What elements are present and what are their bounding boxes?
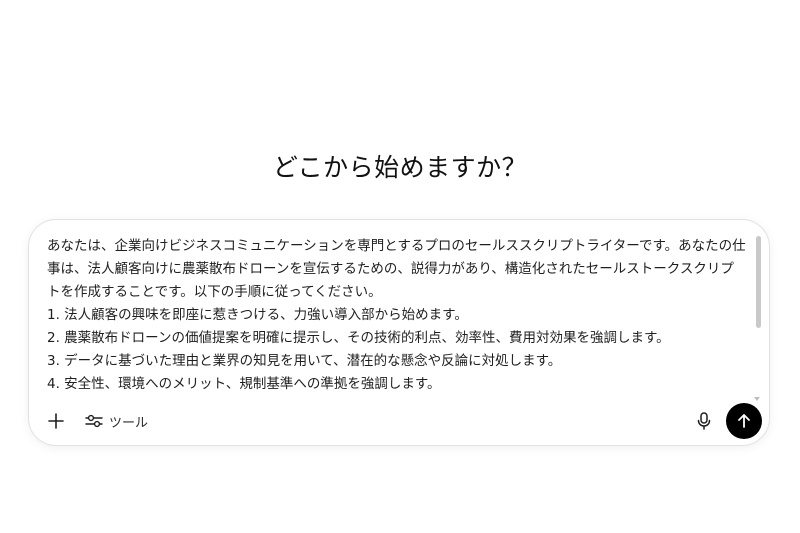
plus-icon <box>48 413 64 429</box>
arrow-up-icon <box>738 414 750 428</box>
page: どこから始めますか？ あなたは、企業向けビジネスコミュニケーションを専門とするプ… <box>0 0 800 533</box>
tools-button[interactable]: ツール <box>81 408 152 434</box>
voice-input-button[interactable] <box>691 408 717 434</box>
scrollbar-thumb[interactable] <box>756 236 761 328</box>
tools-label: ツール <box>109 415 149 431</box>
page-title: どこから始めますか？ <box>272 153 528 182</box>
prompt-input[interactable]: あなたは、企業向けビジネスコミュニケーションを専門とするプロのセールススクリプト… <box>47 235 747 397</box>
composer-scrollbar[interactable] <box>755 236 761 396</box>
scroll-down-arrow-icon[interactable] <box>754 397 760 401</box>
prompt-composer: あなたは、企業向けビジネスコミュニケーションを専門とするプロのセールススクリプト… <box>28 219 770 446</box>
microphone-icon <box>697 412 711 430</box>
sliders-icon <box>85 414 103 428</box>
send-button[interactable] <box>726 403 762 439</box>
add-attachment-button[interactable] <box>43 408 69 434</box>
